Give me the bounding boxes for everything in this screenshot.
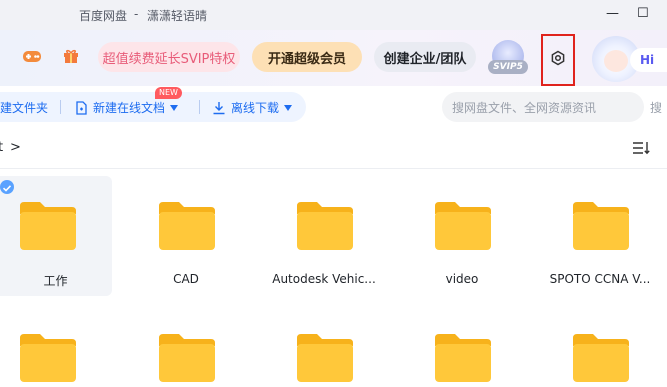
new-folder-button[interactable]: 建文件夹 [0, 99, 48, 116]
breadcrumb-current[interactable]: t [0, 140, 3, 155]
download-icon [213, 101, 225, 114]
caret-down-icon [284, 104, 293, 111]
folder-icon [20, 334, 76, 382]
file-item[interactable]: Autodesk Vehic... [259, 176, 389, 296]
toolbar-divider [199, 100, 200, 114]
toolbar-divider [60, 100, 61, 114]
app-title: 百度网盘 [79, 9, 128, 23]
check-icon[interactable] [0, 180, 14, 194]
folder-icon [435, 334, 491, 382]
folder-icon [297, 334, 353, 382]
file-item[interactable] [0, 308, 112, 387]
file-name: SPOTO CCNA V... [549, 272, 651, 286]
gift-icon[interactable] [63, 48, 79, 68]
offline-download-label: 离线下载 [231, 101, 280, 115]
folder-icon [435, 202, 491, 250]
file-item[interactable]: video [397, 176, 527, 296]
divider [0, 168, 667, 169]
sort-button[interactable] [632, 140, 652, 158]
open-vip-button[interactable]: 开通超级会员 [252, 42, 362, 72]
minimize-button[interactable]: — [606, 6, 619, 21]
svip-extend-button[interactable]: 超值续费延长SVIP特权 [98, 42, 240, 72]
gear-icon [550, 50, 566, 70]
new-online-doc-button[interactable]: 新建在线文档 [75, 99, 179, 116]
folder-icon [159, 202, 215, 250]
new-folder-label: 建文件夹 [0, 101, 49, 115]
svip-level-badge: SVIP5 [488, 60, 528, 74]
file-item[interactable]: SPOTO CCNA V... [535, 176, 665, 296]
doc-icon [76, 100, 87, 115]
folder-icon [20, 202, 76, 250]
file-name: video [445, 272, 479, 286]
breadcrumb-arrow: > [10, 140, 21, 155]
maximize-button[interactable]: ☐ [637, 6, 649, 21]
folder-icon [297, 202, 353, 250]
file-item[interactable]: CAD [121, 176, 251, 296]
sort-icon [633, 142, 650, 155]
folder-icon [159, 334, 215, 382]
assistant-hi-button[interactable]: Hi [630, 48, 667, 72]
gamepad-icon[interactable] [22, 48, 42, 68]
file-item[interactable] [397, 308, 527, 387]
file-item[interactable] [259, 308, 389, 387]
file-item[interactable] [535, 308, 665, 387]
file-item[interactable]: 工作 [0, 176, 112, 296]
new-badge: NEW [155, 87, 182, 99]
file-name: 工作 [43, 274, 68, 288]
user-name: 潇潇轻语晴 [147, 9, 208, 23]
file-item[interactable] [121, 308, 251, 387]
title-bar: 百度网盘 - 潇潇轻语晴 — ☐ [0, 0, 667, 30]
folder-icon [573, 202, 629, 250]
caret-down-icon [170, 104, 179, 111]
create-enterprise-button[interactable]: 创建企业/团队 [374, 42, 476, 72]
new-online-doc-label: 新建在线文档 [93, 101, 166, 115]
offline-download-button[interactable]: 离线下载 [212, 99, 293, 116]
title-separator: - [134, 7, 139, 21]
mascot-face [604, 50, 628, 72]
search-input[interactable]: 搜网盘文件、全网资源资讯 [442, 92, 644, 122]
folder-icon [573, 334, 629, 382]
file-name: CAD [173, 272, 199, 286]
file-name: Autodesk Vehic... [272, 272, 376, 286]
settings-button[interactable] [541, 34, 575, 86]
search-button[interactable]: 搜 [650, 99, 662, 116]
